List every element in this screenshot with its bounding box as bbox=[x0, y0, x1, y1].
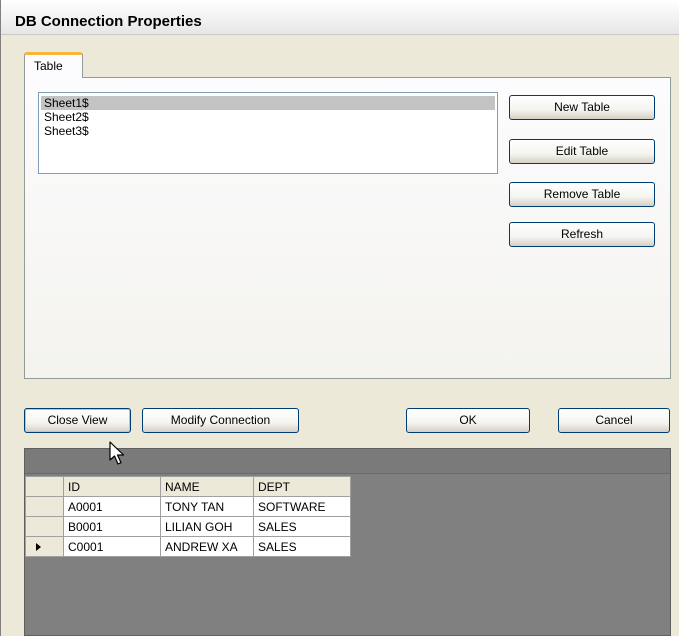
row-header[interactable] bbox=[25, 536, 64, 557]
cancel-button[interactable]: Cancel bbox=[558, 408, 670, 433]
list-item-sheet3[interactable]: Sheet3$ bbox=[41, 124, 495, 138]
close-view-button[interactable]: Close View bbox=[24, 408, 131, 433]
cell-name[interactable]: TONY TAN bbox=[160, 496, 254, 517]
db-connection-properties-dialog: DB Connection Properties Table Sheet1$ S… bbox=[0, 0, 679, 636]
row-header[interactable] bbox=[25, 496, 64, 517]
table-row[interactable]: B0001 LILIAN GOH SALES bbox=[25, 516, 351, 537]
tab-table-label: Table bbox=[34, 59, 63, 73]
cell-id[interactable]: C0001 bbox=[63, 536, 161, 557]
mouse-pointer-icon bbox=[109, 441, 125, 465]
current-row-arrow-icon bbox=[36, 542, 41, 551]
data-grid-table[interactable]: ID NAME DEPT A0001 TONY TAN SOFTWARE B00… bbox=[25, 476, 351, 557]
column-header-dept[interactable]: DEPT bbox=[253, 476, 351, 497]
table-row[interactable]: A0001 TONY TAN SOFTWARE bbox=[25, 496, 351, 517]
remove-table-button[interactable]: Remove Table bbox=[509, 182, 655, 207]
modify-connection-button[interactable]: Modify Connection bbox=[142, 408, 299, 433]
cell-name[interactable]: LILIAN GOH bbox=[160, 516, 254, 537]
tab-table[interactable]: Table bbox=[24, 52, 83, 78]
cell-name[interactable]: ANDREW XA bbox=[160, 536, 254, 557]
title-bar[interactable]: DB Connection Properties bbox=[1, 0, 679, 35]
column-header-name[interactable]: NAME bbox=[160, 476, 254, 497]
ok-button[interactable]: OK bbox=[406, 408, 530, 433]
cell-dept[interactable]: SALES bbox=[253, 516, 351, 537]
cell-id[interactable]: A0001 bbox=[63, 496, 161, 517]
column-header-id[interactable]: ID bbox=[63, 476, 161, 497]
table-listbox[interactable]: Sheet1$ Sheet2$ Sheet3$ bbox=[38, 92, 498, 174]
grid-corner-cell[interactable] bbox=[25, 476, 64, 497]
refresh-button[interactable]: Refresh bbox=[509, 222, 655, 247]
window-title: DB Connection Properties bbox=[15, 13, 202, 30]
list-item-sheet1[interactable]: Sheet1$ bbox=[41, 96, 495, 110]
grid-header-row: ID NAME DEPT bbox=[25, 476, 351, 497]
cell-dept[interactable]: SOFTWARE bbox=[253, 496, 351, 517]
new-table-button[interactable]: New Table bbox=[509, 95, 655, 120]
cell-id[interactable]: B0001 bbox=[63, 516, 161, 537]
row-header[interactable] bbox=[25, 516, 64, 537]
cell-dept[interactable]: SALES bbox=[253, 536, 351, 557]
table-row[interactable]: C0001 ANDREW XA SALES bbox=[25, 536, 351, 557]
data-grid[interactable]: ID NAME DEPT A0001 TONY TAN SOFTWARE B00… bbox=[24, 448, 671, 636]
edit-table-button[interactable]: Edit Table bbox=[509, 139, 655, 164]
list-item-sheet2[interactable]: Sheet2$ bbox=[41, 110, 495, 124]
